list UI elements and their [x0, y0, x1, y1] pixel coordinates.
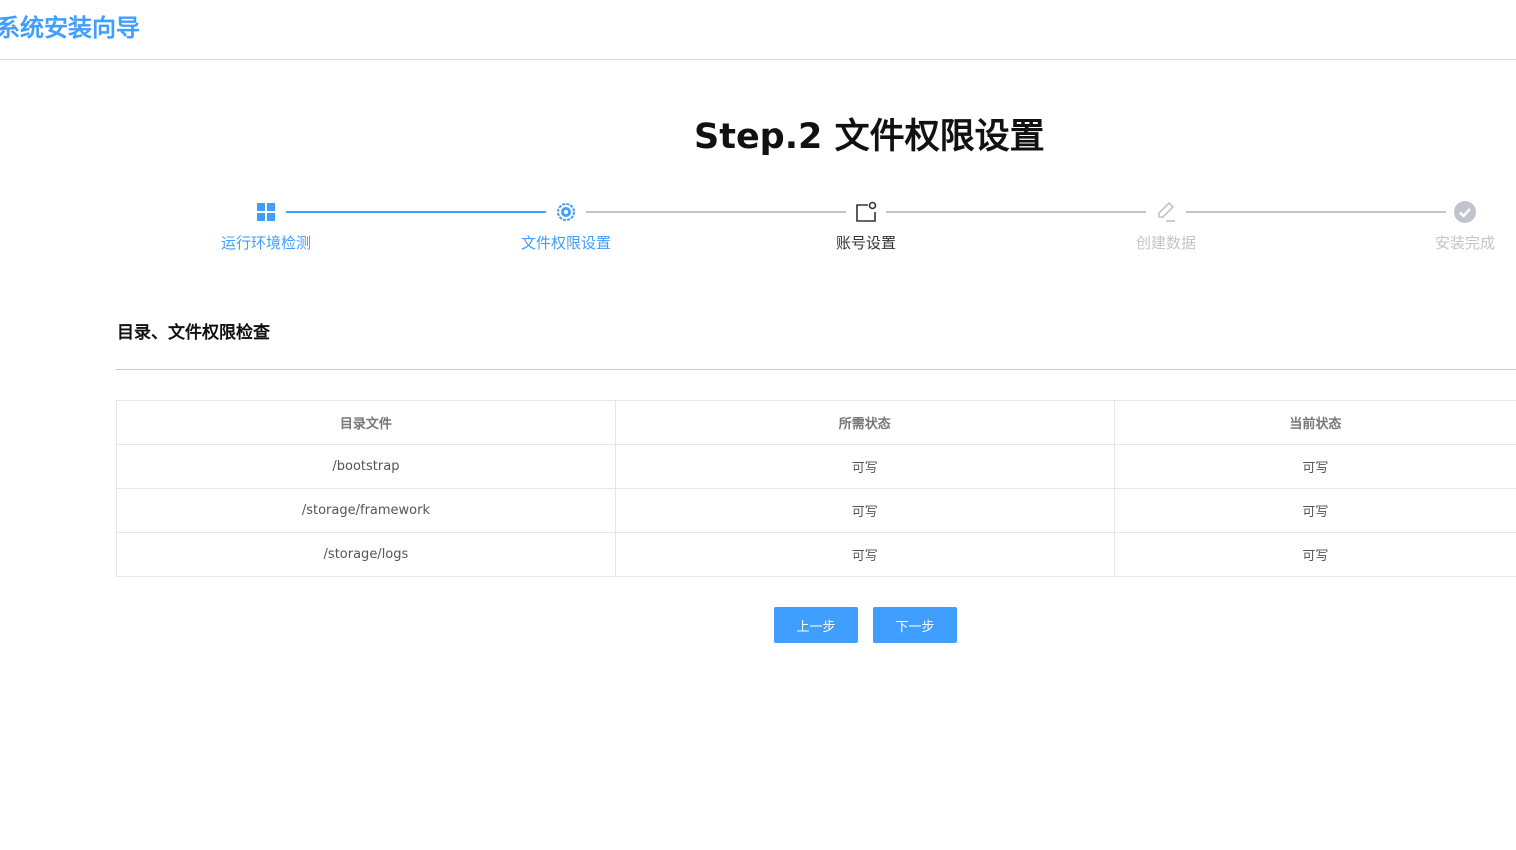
table-row: /storage/logs 可写 可写: [116, 532, 1516, 577]
table-cell: 可写: [1113, 488, 1516, 533]
page-title: Step.2 文件权限设置: [694, 117, 1045, 157]
steps-bar: 运行环境检测 文件权限设置 账号设置 创建数据 安装完成: [0, 196, 1516, 266]
app-title: 系统安装向导: [0, 14, 140, 42]
check-circle-icon: [1453, 200, 1477, 224]
table-cell: 可写: [614, 532, 1115, 577]
table-header-row: 目录文件 所需状态 当前状态: [116, 400, 1516, 445]
step-connector-3: [886, 211, 1146, 213]
permission-table: 目录文件 所需状态 当前状态 /bootstrap 可写 可写 /storage…: [116, 400, 1516, 577]
column-header: 目录文件: [116, 400, 616, 445]
step-label: 创建数据: [1135, 234, 1196, 252]
step-connector-2: [586, 211, 846, 213]
pencil-icon: [1154, 200, 1178, 224]
table-cell: /storage/framework: [116, 488, 616, 533]
column-header: 当前状态: [1113, 400, 1516, 445]
section-title: 目录、文件权限检查: [117, 323, 270, 343]
column-header: 所需状态: [614, 400, 1115, 445]
table-cell: 可写: [614, 488, 1115, 533]
table-cell: 可写: [614, 444, 1115, 489]
account-icon: [854, 200, 878, 224]
step-label: 运行环境检测: [220, 234, 311, 252]
table-cell: /storage/logs: [116, 532, 616, 577]
table-row: /bootstrap 可写 可写: [116, 444, 1516, 489]
step-label: 安装完成: [1434, 234, 1495, 252]
table-cell: 可写: [1113, 444, 1516, 489]
table-cell: 可写: [1113, 532, 1516, 577]
step-label: 账号设置: [835, 234, 896, 252]
table-cell: /bootstrap: [116, 444, 616, 489]
step-connector-4: [1186, 211, 1446, 213]
step-connector-1: [286, 211, 546, 213]
table-row: /storage/framework 可写 可写: [116, 488, 1516, 533]
next-step-button[interactable]: 下一步: [873, 607, 957, 643]
app-header: 系统安装向导: [0, 0, 1516, 60]
gear-icon: [554, 200, 578, 224]
step-label: 文件权限设置: [520, 234, 611, 252]
divider: [116, 369, 1516, 370]
grid-icon: [254, 200, 278, 224]
prev-step-button[interactable]: 上一步: [774, 607, 858, 643]
